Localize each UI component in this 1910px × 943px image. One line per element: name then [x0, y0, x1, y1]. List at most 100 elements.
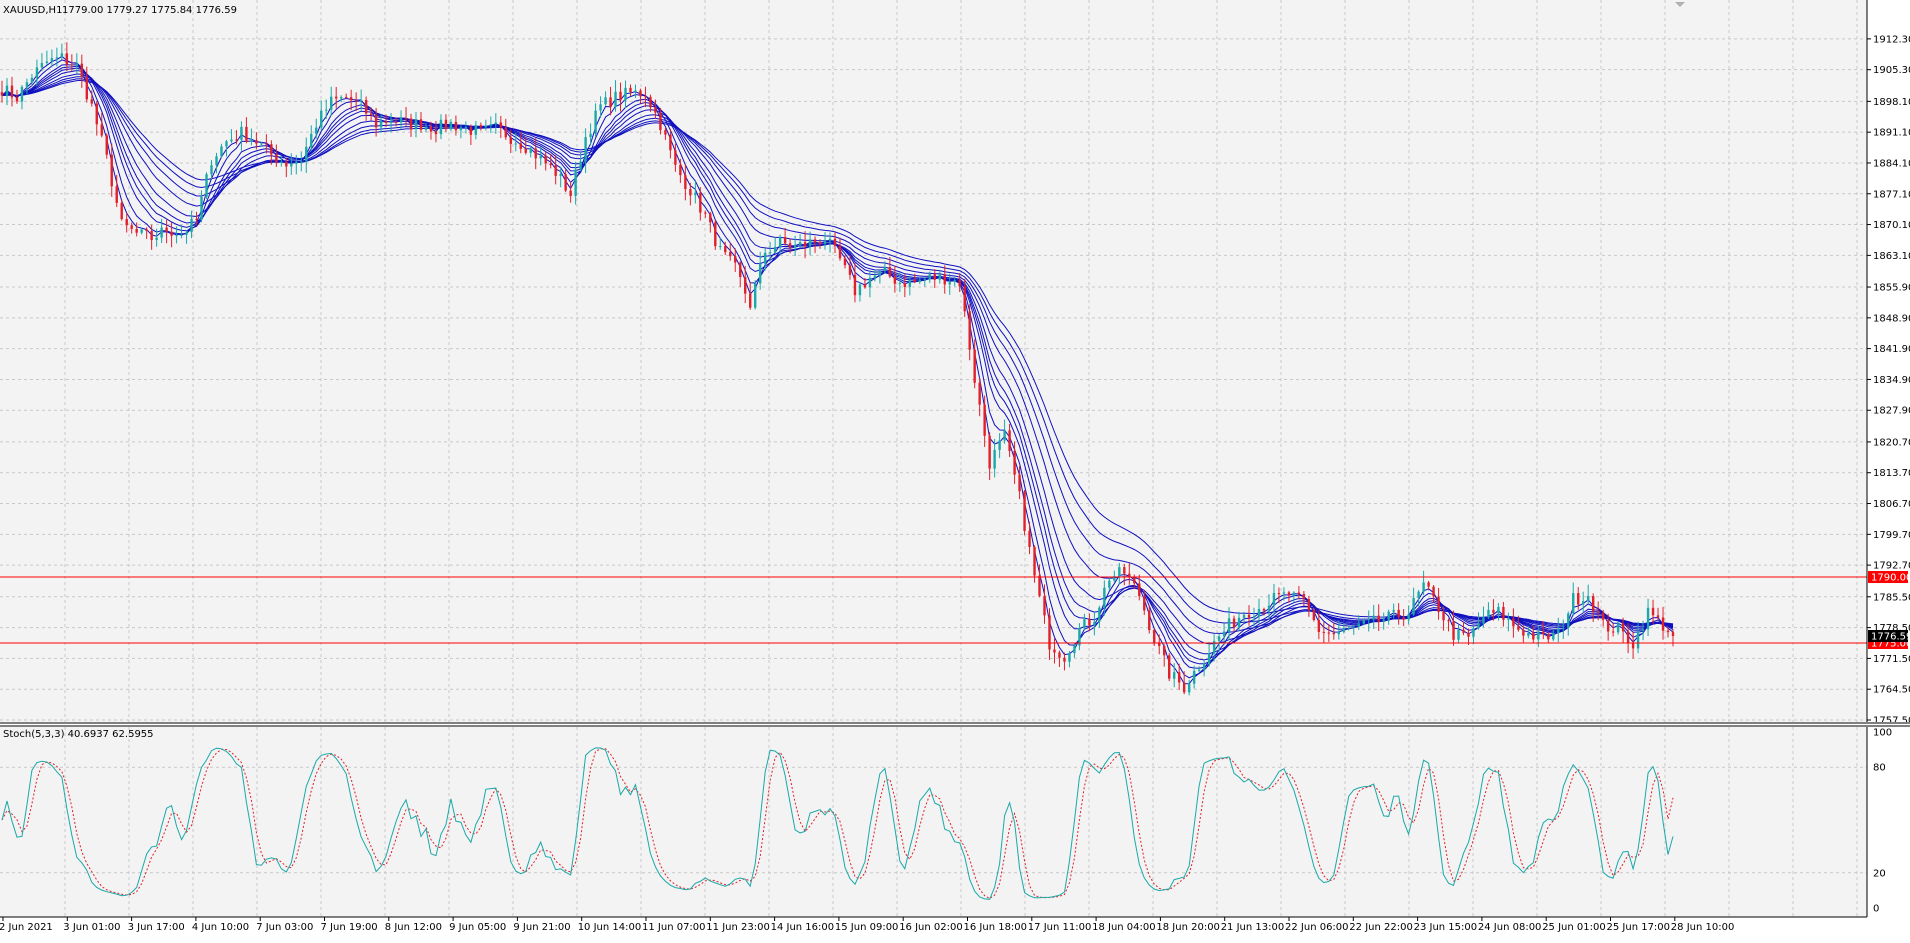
- candle-body: [579, 161, 582, 170]
- candle-body: [1357, 623, 1360, 627]
- candle-body: [1596, 611, 1600, 613]
- y-tick-label: 1877.10: [1873, 189, 1910, 200]
- candle-body: [1088, 619, 1091, 626]
- candle-body: [1307, 599, 1311, 610]
- candle-body: [1222, 631, 1226, 637]
- x-tick-label: 8 Jun 12:00: [385, 922, 442, 933]
- candle-body: [1646, 607, 1650, 630]
- candle-body: [60, 53, 64, 58]
- stoch-tick-label: 20: [1873, 868, 1886, 879]
- candle-body: [1387, 611, 1390, 620]
- level-label: 1790.00: [1871, 573, 1910, 584]
- candle-body: [1232, 618, 1236, 627]
- candle-body: [1382, 619, 1385, 622]
- candle-body: [1452, 621, 1455, 640]
- candle-body: [958, 280, 961, 287]
- candle-body: [185, 232, 188, 235]
- candle-body: [943, 274, 946, 285]
- candle-body: [878, 271, 882, 276]
- candle-body: [584, 137, 587, 162]
- candle-body: [534, 148, 537, 159]
- candle-body: [364, 100, 368, 114]
- candle-body: [265, 143, 268, 145]
- candle-body: [594, 110, 597, 134]
- candle-body: [1502, 606, 1505, 620]
- x-tick-label: 18 Jun 04:00: [1092, 922, 1156, 933]
- candle-body: [883, 267, 887, 272]
- candle-body: [1023, 491, 1026, 531]
- candle-body: [619, 91, 622, 101]
- candle-body: [1367, 619, 1370, 621]
- candle-body: [1237, 617, 1241, 627]
- y-tick-label: 1813.70: [1873, 468, 1910, 479]
- candle-body: [968, 311, 971, 350]
- candle-body: [270, 144, 273, 155]
- candle-body: [30, 77, 34, 83]
- candle-body: [305, 146, 308, 162]
- candle-body: [150, 230, 153, 240]
- candle-body: [993, 449, 996, 469]
- candle-body: [424, 126, 428, 130]
- x-tick-label: 9 Jun 05:00: [449, 922, 506, 933]
- candle-body: [1537, 631, 1540, 640]
- candle-body: [744, 277, 747, 294]
- candle-body: [903, 282, 907, 287]
- candle-body: [614, 91, 617, 108]
- y-tick-label: 1898.10: [1873, 97, 1910, 108]
- candle-body: [983, 404, 986, 436]
- candle-body: [858, 284, 862, 296]
- candle-body: [1297, 592, 1301, 594]
- candle-body: [1457, 629, 1460, 640]
- candle-body: [763, 252, 767, 264]
- candle-body: [155, 237, 158, 240]
- candle-body: [70, 64, 74, 66]
- x-tick-label: 22 Jun 22:00: [1349, 922, 1413, 933]
- candle-body: [1018, 474, 1021, 492]
- candle-body: [210, 165, 213, 175]
- candle-body: [449, 121, 453, 130]
- candle-body: [120, 202, 123, 220]
- candle-body: [589, 133, 592, 138]
- candle-body: [1582, 601, 1585, 605]
- candle-body: [170, 231, 173, 236]
- stoch-tick-label: 80: [1873, 763, 1886, 774]
- candle-body: [669, 134, 672, 151]
- candle-body: [684, 175, 687, 190]
- candle-body: [758, 263, 762, 284]
- candle-body: [998, 440, 1001, 450]
- candle-body: [649, 96, 652, 108]
- y-tick-label: 1806.70: [1873, 499, 1910, 510]
- candle-body: [1063, 657, 1066, 662]
- y-tick-label: 1792.70: [1873, 561, 1910, 572]
- candle-body: [1073, 645, 1076, 654]
- candle-body: [339, 96, 343, 99]
- candle-body: [5, 85, 9, 96]
- candle-body: [10, 85, 14, 98]
- candle-body: [65, 53, 69, 65]
- candle-body: [813, 239, 817, 243]
- candle-body: [918, 279, 922, 282]
- trading-chart[interactable]: 1790.001775.001776.59 1912.301905.301898…: [0, 0, 1910, 938]
- candle-body: [464, 126, 468, 128]
- candle-body: [808, 239, 812, 247]
- candle-body: [399, 118, 403, 123]
- candle-body: [394, 121, 398, 123]
- chart-svg[interactable]: 1790.001775.001776.59 1912.301905.301898…: [0, 0, 1910, 938]
- indicator-label: Stoch(5,3,3) 40.6937 62.5955: [3, 729, 154, 740]
- candle-body: [629, 87, 632, 93]
- candle-body: [459, 127, 463, 131]
- stoch-pane-bg: [0, 727, 1867, 917]
- candle-body: [35, 67, 39, 78]
- candle-body: [389, 121, 393, 123]
- candle-body: [539, 155, 542, 159]
- candle-body: [893, 276, 897, 284]
- candle-body: [160, 227, 163, 238]
- scroll-marker-icon[interactable]: [1675, 2, 1685, 7]
- candle-body: [1347, 627, 1350, 629]
- candle-body: [1497, 606, 1500, 613]
- candle-body: [928, 274, 931, 280]
- candle-body: [1587, 596, 1590, 602]
- candle-body: [514, 143, 517, 145]
- candle-body: [604, 97, 607, 105]
- candle-body: [1552, 633, 1555, 640]
